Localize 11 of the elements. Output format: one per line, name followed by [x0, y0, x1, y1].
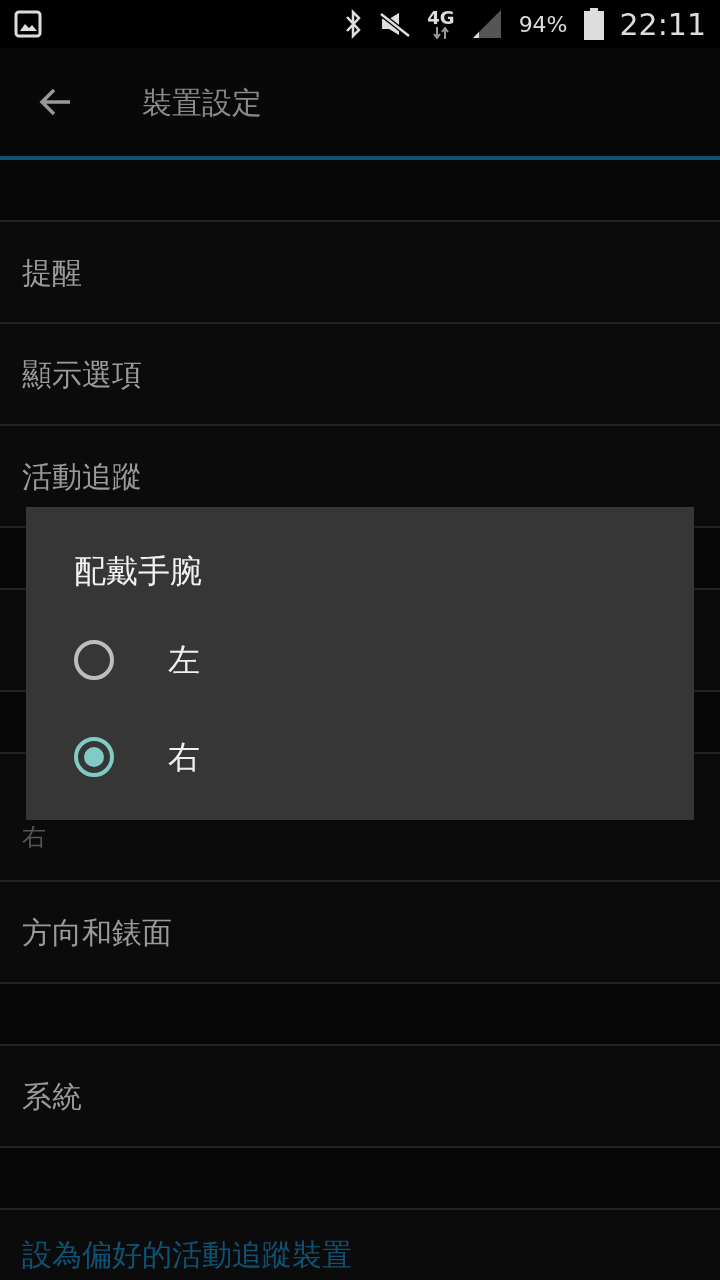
dialog-title: 配戴手腕	[74, 551, 202, 592]
network-type-label: 4G	[427, 9, 455, 27]
item-title: 提醒	[22, 253, 83, 292]
item-title: 方向和錶面	[22, 913, 173, 952]
item-title: 顯示選項	[22, 355, 143, 394]
item-title: 系統	[22, 1077, 83, 1116]
item-title: 活動追蹤	[22, 457, 143, 496]
screen-title: 裝置設定	[142, 83, 262, 122]
battery-percent: 94%	[518, 10, 568, 39]
clock: 22:11	[619, 5, 706, 44]
item-value: 右	[22, 822, 47, 853]
